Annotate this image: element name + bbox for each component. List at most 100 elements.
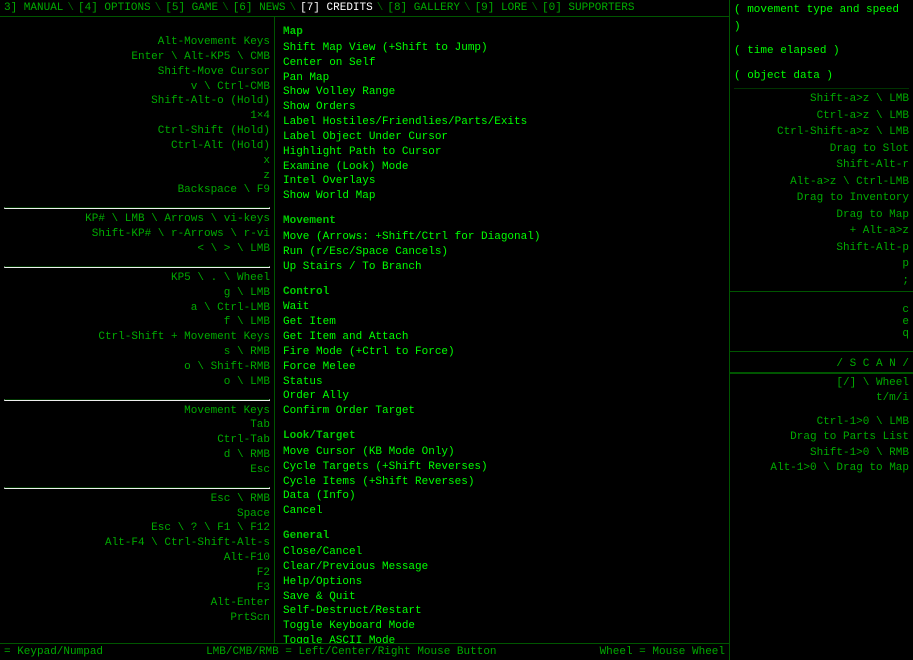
desc-help-options: Help/Options	[283, 575, 721, 590]
right-key-drag-parts: Drag to Parts List	[734, 430, 909, 445]
desc-run: Run (r/Esc/Space Cancels)	[283, 245, 721, 260]
key-alt-enter: Alt-Enter	[4, 596, 270, 611]
status-mouse: LMB/CMB/RMB = Left/Center/Right Mouse Bu…	[206, 646, 496, 658]
status-keypad: = Keypad/Numpad	[4, 646, 103, 658]
desc-get-item: Get Item	[283, 315, 721, 330]
desc-save-quit: Save & Quit	[283, 590, 721, 605]
key-shift-alt-o: Shift-Alt-o (Hold)	[4, 94, 270, 109]
key-lt-gt-lmb: < \ > \ LMB	[4, 242, 270, 257]
right-key-semicolon: ;	[734, 273, 909, 290]
left-panel: 3] MANUAL \ [4] OPTIONS \ [5] GAME \ [6]…	[0, 0, 730, 660]
key-g-lmb: g \ LMB	[4, 286, 270, 301]
key-o-lmb: o \ LMB	[4, 375, 270, 390]
content-area: Alt-Movement Keys Enter \ Alt-KP5 \ CMB …	[0, 17, 729, 643]
nav-item-credits[interactable]: [7] CREDITS	[300, 2, 373, 14]
movement-type-speed: ( movement type and speed )	[734, 2, 909, 35]
nav-item-news[interactable]: [6] NEWS	[233, 2, 286, 14]
key-o-shift-rmb: o \ Shift-RMB	[4, 360, 270, 375]
desc-examine: Examine (Look) Mode	[283, 160, 721, 175]
key-shift-move: Shift-Move Cursor	[4, 65, 270, 80]
desc-label-object: Label Object Under Cursor	[283, 130, 721, 145]
time-elapsed: ( time elapsed )	[734, 43, 909, 60]
key-s-rmb: s \ RMB	[4, 345, 270, 360]
key-ctrl-shift-move: Ctrl-Shift + Movement Keys	[4, 330, 270, 345]
key-f-lmb: f \ LMB	[4, 315, 270, 330]
right-panel: ( movement type and speed ) ( time elaps…	[730, 0, 913, 660]
right-key-e: e	[734, 316, 909, 328]
desc-order-ally: Order Ally	[283, 389, 721, 404]
desc-stairs: Up Stairs / To Branch	[283, 260, 721, 275]
nav-item-manual[interactable]: 3] MANUAL	[4, 2, 63, 14]
keybind-right-col: Map Shift Map View (+Shift to Jump) Cent…	[275, 17, 729, 643]
desc-world-map: Show World Map	[283, 189, 721, 204]
key-prtscn: PrtScn	[4, 611, 270, 626]
desc-get-item-attach: Get Item and Attach	[283, 330, 721, 345]
key-f3: F3	[4, 581, 270, 596]
key-esc-rmb: Esc \ RMB	[4, 492, 270, 507]
desc-data-info: Data (Info)	[283, 489, 721, 504]
key-alt-f4: Alt-F4 \ Ctrl-Shift-Alt-s	[4, 536, 270, 551]
status-bar: = Keypad/Numpad LMB/CMB/RMB = Left/Cente…	[0, 643, 729, 660]
key-tab: Tab	[4, 418, 270, 433]
right-key-shift-alt-r: Shift-Alt-r	[734, 157, 909, 174]
key-esc-f1-f12: Esc \ ? \ F1 \ F12	[4, 521, 270, 536]
key-kp5-dot-wheel: KP5 \ . \ Wheel	[4, 271, 270, 286]
object-data: ( object data )	[734, 68, 909, 85]
nav-item-gallery[interactable]: [8] GALLERY	[387, 2, 460, 14]
right-key-q: q	[734, 328, 909, 340]
section-movement: Movement	[283, 214, 721, 229]
desc-cycle-items: Cycle Items (+Shift Reverses)	[283, 475, 721, 490]
nav-item-supporters[interactable]: [0] SUPPORTERS	[542, 2, 634, 14]
key-kp-lmb-arrows: KP# \ LMB \ Arrows \ vi-keys	[4, 212, 270, 227]
right-top-section: ( movement type and speed ) ( time elaps…	[730, 0, 913, 292]
section-map: Map	[283, 25, 721, 40]
desc-close-cancel: Close/Cancel	[283, 545, 721, 560]
desc-force-melee: Force Melee	[283, 360, 721, 375]
desc-show-orders: Show Orders	[283, 100, 721, 115]
desc-shift-map: Shift Map View (+Shift to Jump)	[283, 41, 721, 56]
status-wheel: Wheel = Mouse Wheel	[600, 646, 725, 658]
desc-intel: Intel Overlays	[283, 174, 721, 189]
key-enter-alt-kp5: Enter \ Alt-KP5 \ CMB	[4, 50, 270, 65]
desc-clear-prev: Clear/Previous Message	[283, 560, 721, 575]
desc-wait: Wait	[283, 300, 721, 315]
right-key-drag-slot: Drag to Slot	[734, 141, 909, 158]
nav-item-lore[interactable]: [9] LORE	[475, 2, 528, 14]
key-alt-f10: Alt-F10	[4, 551, 270, 566]
right-key-shift-1-0-rmb: Shift-1>0 \ RMB	[734, 446, 909, 461]
key-ctrl-tab: Ctrl-Tab	[4, 433, 270, 448]
desc-move: Move (Arrows: +Shift/Ctrl for Diagonal)	[283, 230, 721, 245]
right-key-alt-az-ctrl-lmb: Alt-a>z \ Ctrl-LMB	[734, 174, 909, 191]
desc-move-cursor: Move Cursor (KB Mode Only)	[283, 445, 721, 460]
section-control: Control	[283, 285, 721, 300]
desc-highlight-path: Highlight Path to Cursor	[283, 145, 721, 160]
key-z: z	[4, 169, 270, 184]
key-x: x	[4, 154, 270, 169]
right-key-alt-1-0-map: Alt-1>0 \ Drag to Map	[734, 461, 909, 476]
key-backspace-f9: Backspace \ F9	[4, 183, 270, 198]
scan-text: / S C A N /	[734, 354, 909, 370]
nav-item-game[interactable]: [5] GAME	[165, 2, 218, 14]
key-esc: Esc	[4, 463, 270, 478]
desc-label-hostiles: Label Hostiles/Friendlies/Parts/Exits	[283, 115, 721, 130]
key-1x4: 1×4	[4, 109, 270, 124]
desc-pan-map: Pan Map	[283, 71, 721, 86]
key-movement-keys: Movement Keys	[4, 404, 270, 419]
section-general: General	[283, 529, 721, 544]
right-key-plus-alt-az: + Alt-a>z	[734, 223, 909, 240]
key-v-ctrl-cmb: v \ Ctrl-CMB	[4, 80, 270, 95]
desc-cancel: Cancel	[283, 504, 721, 519]
key-d-rmb: d \ RMB	[4, 448, 270, 463]
nav-item-options[interactable]: [4] OPTIONS	[78, 2, 151, 14]
right-key-drag-inventory: Drag to Inventory	[734, 190, 909, 207]
right-key-drag-map: Drag to Map	[734, 207, 909, 224]
right-key-ctrl-az-lmb: Ctrl-a>z \ LMB	[734, 108, 909, 125]
right-key-slash-wheel: [/] \ Wheel	[734, 376, 909, 391]
desc-status: Status	[283, 375, 721, 390]
right-key-shift-az-lmb: Shift-a>z \ LMB	[734, 91, 909, 108]
desc-toggle-kb: Toggle Keyboard Mode	[283, 619, 721, 634]
key-f2: F2	[4, 566, 270, 581]
right-key-shift-alt-p: Shift-Alt-p	[734, 240, 909, 257]
right-bottom-section: [/] \ Wheel t/m/i Ctrl-1>0 \ LMB Drag to…	[730, 373, 913, 478]
desc-fire-mode: Fire Mode (+Ctrl to Force)	[283, 345, 721, 360]
